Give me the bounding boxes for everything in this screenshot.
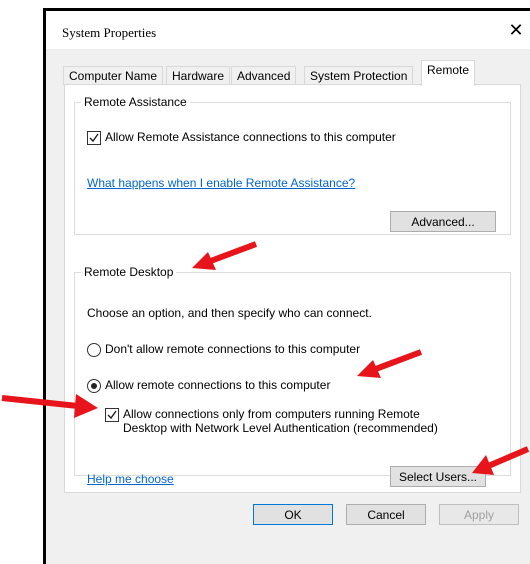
allow-remote-assistance-label: Allow Remote Assistance connections to t… [105, 130, 396, 144]
annotation-arrow-icon [192, 241, 258, 270]
tab-system-protection[interactable]: System Protection [304, 66, 414, 85]
remote-assistance-help-link[interactable]: What happens when I enable Remote Assist… [87, 176, 355, 190]
tab-advanced[interactable]: Advanced [231, 66, 297, 85]
nla-label-line1: Allow connections only from computers ru… [123, 407, 420, 421]
cancel-button[interactable]: Cancel [346, 504, 426, 525]
remote-desktop-group-label: Remote Desktop [81, 265, 177, 279]
window-title: System Properties [62, 25, 157, 40]
dont-allow-remote-label: Don't allow remote connections to this c… [105, 342, 361, 356]
advanced-button[interactable]: Advanced... [390, 211, 496, 232]
annotation-arrow-icon [1, 394, 98, 418]
tab-computer-name[interactable]: Computer Name [63, 66, 164, 85]
allow-remote-label: Allow remote connections to this compute… [105, 378, 331, 392]
tab-hardware[interactable]: Hardware [166, 66, 231, 85]
apply-button: Apply [439, 504, 519, 525]
checkmark-icon [107, 410, 117, 420]
system-properties-dialog: System Properties ✕ Computer Name Hardwa… [43, 8, 530, 564]
remote-assistance-group: Remote Assistance Allow Remote Assistanc… [74, 95, 511, 235]
dont-allow-remote-radio[interactable] [87, 343, 101, 357]
remote-desktop-group: Remote Desktop Choose an option, and the… [74, 265, 511, 487]
checkmark-icon [89, 133, 99, 143]
title-bar: System Properties ✕ [46, 11, 530, 49]
close-icon[interactable]: ✕ [506, 20, 526, 40]
allow-remote-assistance-checkbox[interactable] [87, 131, 101, 145]
ok-button[interactable]: OK [253, 504, 333, 525]
remote-desktop-instruction: Choose an option, and then specify who c… [87, 306, 372, 320]
annotation-arrow-icon [357, 349, 423, 378]
dialog-body: System Properties ✕ Computer Name Hardwa… [46, 11, 530, 564]
nla-label-line2: Desktop with Network Level Authenticatio… [123, 421, 438, 435]
radio-selected-dot [91, 383, 97, 389]
annotation-arrow-icon [472, 446, 530, 475]
tab-remote[interactable]: Remote [421, 60, 476, 86]
remote-tab-panel: Remote Assistance Allow Remote Assistanc… [64, 84, 521, 493]
remote-assistance-group-label: Remote Assistance [81, 95, 190, 109]
help-me-choose-link[interactable]: Help me choose [87, 472, 174, 486]
nla-only-checkbox[interactable] [105, 408, 119, 422]
